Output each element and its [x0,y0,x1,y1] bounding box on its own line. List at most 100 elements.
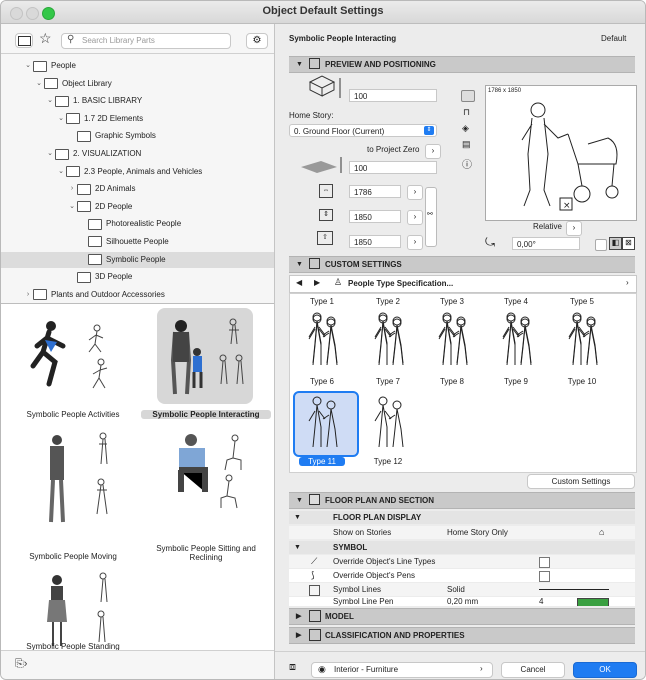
thumb-label-activities[interactable]: Symbolic People Activities [9,410,137,419]
people-standing-thumbnail[interactable] [41,572,121,650]
home-story-select[interactable]: 0. Ground Floor (Current) ⇕ [289,124,437,137]
layer-select[interactable]: ◉ Interior - Furniture › [311,662,493,678]
tree-item[interactable]: ⌄ Object Library [1,76,274,92]
proportion-lock-toggle[interactable]: ⚯ [425,187,437,247]
width-input[interactable]: 1786 [349,185,401,198]
chevron-down-icon[interactable]: ⌄ [23,58,33,74]
tree-item[interactable]: › Plants and Outdoor Accessories [1,287,274,303]
type-label[interactable]: Type 8 [422,377,482,386]
tree-item[interactable]: Graphic Symbols [1,128,274,144]
tree-item[interactable]: ⌄ 1. BASIC LIBRARY [1,93,274,109]
elevation-input[interactable]: 100 [349,89,437,102]
override-pens-checkbox[interactable] [539,571,550,582]
symbol-lines-row[interactable]: Symbol Lines Solid [289,583,635,596]
type-label[interactable]: Type 3 [422,297,482,306]
relative-button[interactable]: › [566,221,582,236]
type-thumbnail[interactable] [307,313,341,369]
type-thumbnail[interactable] [437,313,471,369]
people-type-spec-label[interactable]: People Type Specification... [348,279,453,288]
section-model[interactable]: ▶ MODEL [289,608,635,625]
chevron-right-icon[interactable]: › [67,181,77,197]
symbol-lines-value[interactable]: Solid [447,583,465,596]
custom-settings-button[interactable]: Custom Settings [527,474,635,489]
type-label[interactable]: Type 9 [486,377,546,386]
library-manager-icon[interactable]: ⎘› [15,658,27,671]
thumb-label-interacting[interactable]: Symbolic People Interacting [141,410,271,419]
tree-item[interactable]: Symbolic People [1,251,274,268]
height-arrow-button[interactable]: › [407,235,423,250]
people-activities-thumbnail[interactable] [29,316,119,398]
type-thumbnail[interactable] [373,313,407,369]
chevron-down-icon[interactable]: ⌄ [56,111,66,127]
chevron-down-icon[interactable]: ⌄ [34,76,44,92]
type-label[interactable]: Type 6 [292,377,352,386]
chevron-right-icon[interactable]: › [626,278,629,287]
section-preview-positioning[interactable]: ▼ PREVIEW AND POSITIONING [289,56,635,73]
mirror-flip-icon[interactable]: ⊠ [622,237,635,250]
people-interacting-thumbnail-selected[interactable] [157,308,253,404]
people-sitting-thumbnail[interactable] [165,430,255,514]
chevron-down-icon[interactable]: ⌄ [45,146,55,162]
tree-item[interactable]: 3D People [1,269,274,285]
people-moving-thumbnail[interactable] [41,430,121,530]
symbol-line-pen-row[interactable]: Symbol Line Pen 0,20 mm 4 [289,597,635,606]
info-icon[interactable]: ⓘ [462,156,472,171]
type-label[interactable]: Type 5 [552,297,612,306]
tree-item[interactable]: ⌄ 2. VISUALIZATION [1,146,274,162]
section-view-icon[interactable]: ⊓ [463,107,470,118]
show-on-stories-value[interactable]: Home Story Only [447,526,508,539]
width-arrow-button[interactable]: › [407,185,423,200]
angle-input[interactable]: 0,00° [512,237,580,250]
tree-item[interactable]: Silhouette People [1,234,274,250]
symbol-row[interactable]: ▼ SYMBOL [289,541,635,554]
chevron-down-icon[interactable]: ⌄ [67,199,77,215]
ok-button[interactable]: OK [573,662,637,678]
type-label[interactable]: Type 7 [358,377,418,386]
back-arrow-icon[interactable]: ◀ [296,278,302,287]
tree-item[interactable]: Photorealistic People [1,216,274,232]
mirror-checkbox[interactable] [595,239,607,251]
type-label[interactable]: Type 10 [552,377,612,386]
3d-view-icon[interactable]: ◈ [462,123,469,134]
to-project-zero-button[interactable]: › [425,144,441,159]
type-thumbnail[interactable] [373,395,407,451]
thumb-label-moving[interactable]: Symbolic People Moving [9,552,137,561]
plan-view-button[interactable] [461,90,475,102]
section-custom-settings[interactable]: ▼ CUSTOM SETTINGS [289,256,635,273]
search-field[interactable]: ⚲ Search Library Parts [61,33,231,49]
pen-color-swatch[interactable] [577,598,609,606]
tree-item[interactable]: ⌄ 2.3 People, Animals and Vehicles [1,164,274,180]
mirror-icon[interactable]: ◧ [609,237,622,250]
cancel-button[interactable]: Cancel [501,662,565,678]
type-label[interactable]: Type 4 [486,297,546,306]
chevron-down-icon[interactable]: ⌄ [45,93,55,109]
show-on-stories-row[interactable]: Show on Stories Home Story Only ⌂ [289,526,635,539]
chevron-right-icon[interactable]: › [23,287,33,303]
height-input[interactable]: 1850 [349,235,401,248]
tree-item[interactable]: ⌄ People [1,58,274,74]
chevron-down-icon[interactable]: ⌄ [56,164,66,180]
type-label[interactable]: Type 1 [292,297,352,306]
depth-input[interactable]: 1850 [349,210,401,223]
section-classification[interactable]: ▶ CLASSIFICATION AND PROPERTIES [289,627,635,644]
favorites-star-icon[interactable]: ☆ [39,30,52,47]
type-thumbnail[interactable] [567,313,601,369]
library-settings-button[interactable]: ⚙ [246,33,268,49]
tree-item[interactable]: › 2D Animals [1,181,274,197]
section-floor-plan[interactable]: ▼ FLOOR PLAN AND SECTION [289,492,635,509]
elevation-view-icon[interactable]: ▤ [462,139,471,150]
forward-arrow-icon[interactable]: ▶ [314,278,320,287]
type-thumbnail[interactable] [501,313,535,369]
project-zero-input[interactable]: 100 [349,161,437,174]
folder-view-button[interactable] [15,33,33,48]
floor-plan-display-row[interactable]: ▼ FLOOR PLAN DISPLAY [289,511,635,524]
tree-item[interactable]: ⌄ 2D People [1,199,274,215]
override-line-types-checkbox[interactable] [539,557,550,568]
type-label[interactable]: Type 11 [299,457,345,466]
type-label[interactable]: Type 12 [358,457,418,466]
type-thumbnail[interactable] [307,395,341,451]
thumb-label-sitting[interactable]: Symbolic People Sitting and Reclining [141,544,271,562]
type-label[interactable]: Type 2 [358,297,418,306]
depth-arrow-button[interactable]: › [407,210,423,225]
tree-item[interactable]: ⌄ 1.7 2D Elements [1,111,274,127]
